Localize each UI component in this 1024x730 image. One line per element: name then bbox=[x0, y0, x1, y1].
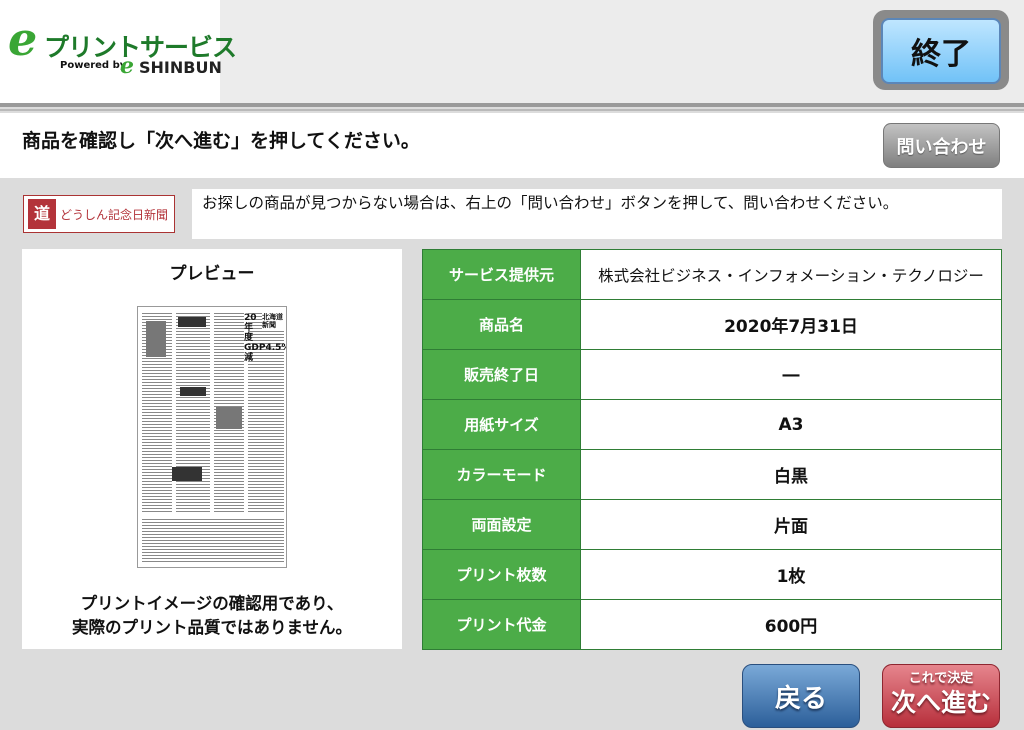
detail-label: プリント枚数 bbox=[422, 549, 581, 600]
detail-value: 株式会社ビジネス・インフォメーション・テクノロジー bbox=[580, 249, 1002, 300]
detail-value: A3 bbox=[580, 399, 1002, 450]
table-row: プリント代金 600円 bbox=[422, 599, 1002, 650]
detail-label: プリント代金 bbox=[422, 599, 581, 650]
photo-block bbox=[216, 407, 242, 429]
next-button-sublabel: これで決定 bbox=[908, 671, 974, 686]
headline-block bbox=[178, 317, 206, 327]
back-button[interactable]: 戻る bbox=[742, 664, 860, 728]
preview-note-line: 実際のプリント品質ではありません。 bbox=[71, 618, 352, 637]
header-divider-thin bbox=[0, 109, 1024, 111]
table-row: 販売終了日 ― bbox=[422, 349, 1002, 400]
header: e プリントサービス Powered by e SHINBUN 終了 bbox=[0, 0, 1024, 103]
end-button[interactable]: 終了 bbox=[881, 18, 1001, 84]
newspaper-logo-mark: 道 bbox=[28, 199, 56, 229]
photo-block bbox=[146, 321, 166, 357]
notice-text: お探しの商品が見つからない場合は、右上の「問い合わせ」ボタンを押して、問い合わせ… bbox=[192, 189, 1002, 239]
next-button-label: 次へ進む bbox=[890, 688, 991, 717]
end-button-frame: 終了 bbox=[873, 10, 1009, 90]
detail-value: 1枚 bbox=[580, 549, 1002, 600]
product-details-table: サービス提供元 株式会社ビジネス・インフォメーション・テクノロジー 商品名 20… bbox=[422, 249, 1002, 650]
preview-title: プレビュー bbox=[169, 264, 255, 284]
table-row: 両面設定 片面 bbox=[422, 499, 1002, 550]
table-row: サービス提供元 株式会社ビジネス・インフォメーション・テクノロジー bbox=[422, 249, 1002, 300]
headline-block bbox=[180, 387, 206, 396]
preview-panel: プレビュー 20年度GDP4.5%減 北海道新聞 プリントイメージの確認用であり… bbox=[22, 249, 402, 649]
detail-value: 片面 bbox=[580, 499, 1002, 550]
headline-block bbox=[172, 467, 202, 481]
newspaper-preview-image: 20年度GDP4.5%減 北海道新聞 bbox=[137, 306, 287, 568]
logo-powered-by: Powered by bbox=[60, 60, 127, 71]
table-row: 商品名 2020年7月31日 bbox=[422, 299, 1002, 350]
detail-label: 商品名 bbox=[422, 299, 581, 350]
ad-section bbox=[142, 519, 284, 563]
table-row: カラーモード 白黒 bbox=[422, 449, 1002, 500]
preview-note: プリントイメージの確認用であり、 実際のプリント品質ではありません。 bbox=[22, 592, 402, 640]
preview-headline: 20年度GDP4.5%減 bbox=[244, 313, 286, 363]
newspaper-logo-name: どうしん記念日新聞 bbox=[60, 208, 169, 222]
logo-e-mark: e bbox=[8, 12, 38, 66]
detail-label: サービス提供元 bbox=[422, 249, 581, 300]
newspaper-logo: 道 どうしん記念日新聞 bbox=[23, 195, 175, 233]
next-button[interactable]: これで決定 次へ進む bbox=[882, 664, 1000, 728]
table-row: 用紙サイズ A3 bbox=[422, 399, 1002, 450]
detail-label: 販売終了日 bbox=[422, 349, 581, 400]
instruction-text: 商品を確認し「次へ進む」を押してください。 bbox=[22, 130, 420, 152]
text-column bbox=[176, 313, 210, 513]
table-row: プリント枚数 1枚 bbox=[422, 549, 1002, 600]
app-logo: e プリントサービス Powered by e SHINBUN bbox=[0, 0, 237, 103]
detail-value: 600円 bbox=[580, 599, 1002, 650]
detail-label: 両面設定 bbox=[422, 499, 581, 550]
preview-note-line: プリントイメージの確認用であり、 bbox=[80, 594, 344, 613]
inquiry-button[interactable]: 問い合わせ bbox=[883, 123, 1000, 168]
preview-masthead: 北海道新聞 bbox=[262, 313, 284, 329]
detail-value: 白黒 bbox=[580, 449, 1002, 500]
detail-label: 用紙サイズ bbox=[422, 399, 581, 450]
logo-e-mark-small: e bbox=[120, 53, 134, 79]
detail-value: ― bbox=[580, 349, 1002, 400]
logo-shinbun: SHINBUN bbox=[139, 58, 222, 77]
detail-value: 2020年7月31日 bbox=[580, 299, 1002, 350]
header-divider bbox=[0, 103, 1024, 107]
detail-label: カラーモード bbox=[422, 449, 581, 500]
